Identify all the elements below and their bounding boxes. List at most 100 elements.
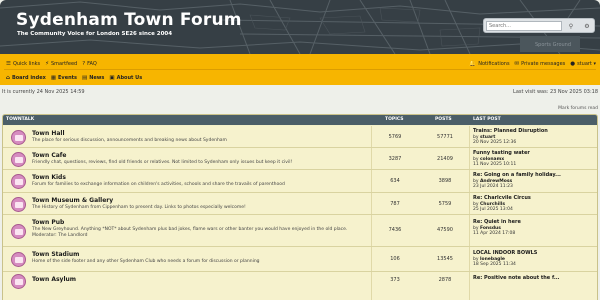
forum-description: The New Greyhound. Anything *NOT* about … xyxy=(32,227,362,238)
bell-icon: 🔔 xyxy=(469,60,477,67)
forum-topics-count: 106 xyxy=(390,256,400,262)
table-row[interactable]: Town Cafe Friendly chat, questions, revi… xyxy=(3,148,597,170)
last-post: LOCAL INDOOR BOWLS by lonebagle 18 Sep 2… xyxy=(473,250,597,268)
forum-description: The place for serious discussion, announ… xyxy=(32,138,227,143)
forum-topics-count: 634 xyxy=(390,178,400,184)
last-post-username[interactable]: Churchills xyxy=(480,202,505,207)
smartfeed-link[interactable]: ⚡ Smartfeed xyxy=(45,61,77,67)
forum-unread-icon xyxy=(11,174,26,189)
last-post: Funny tasting water by colonamx 11 Nov 2… xyxy=(473,150,597,168)
forum-title[interactable]: Town Museum & Gallery xyxy=(32,197,113,204)
last-post-username[interactable]: stuart xyxy=(480,135,495,140)
column-divider xyxy=(371,148,372,169)
last-post-date: 18 Sep 2025 11:34 xyxy=(473,262,516,268)
forum-title[interactable]: Town Stadium xyxy=(32,251,79,258)
events-label: Events xyxy=(58,74,78,81)
column-divider xyxy=(371,272,372,300)
private-messages-link[interactable]: ✉ Private messages xyxy=(515,61,566,67)
last-post-username[interactable]: AndrewMoss xyxy=(480,179,512,184)
mark-forums-read-link[interactable]: Mark forums read xyxy=(558,106,598,111)
last-post-username[interactable]: colonamx xyxy=(480,157,504,162)
forum-posts-count: 5759 xyxy=(438,201,452,207)
column-divider xyxy=(469,170,470,192)
forum-list: TOWNTALK TOPICS POSTS LAST POST Town Hal… xyxy=(2,114,598,300)
forum-title[interactable]: Town Hall xyxy=(32,130,65,137)
date-bar: It is currently 24 Nov 2025 14:59 Last v… xyxy=(0,89,600,97)
last-post: Re: Positive note about the f... xyxy=(473,275,597,282)
forum-title[interactable]: Town Asylum xyxy=(32,276,76,283)
site-header: Sports Ground Sydenham Town Forum The Co… xyxy=(0,0,600,54)
forum-posts-count: 3898 xyxy=(438,178,452,184)
navbar: ☰ Quick links ⚡ Smartfeed ? FAQ 🔔 Notifi… xyxy=(0,54,600,85)
forum-title[interactable]: Town Cafe xyxy=(32,152,66,159)
column-divider xyxy=(469,272,470,300)
header-posts: POSTS xyxy=(435,117,452,122)
forum-description: The History of Sydenham from Cippenham t… xyxy=(32,205,246,210)
menu-icon: ☰ xyxy=(6,60,11,67)
events-link[interactable]: ▦ Events xyxy=(51,75,77,81)
table-row[interactable]: Town Asylum 373 2878 Re: Positive note a… xyxy=(3,272,597,300)
forum-topics-count: 7436 xyxy=(388,227,402,233)
last-post-date: 23 Jul 2024 11:23 xyxy=(473,184,513,190)
forum-unread-icon xyxy=(11,223,26,239)
column-divider xyxy=(469,247,470,271)
forum-title[interactable]: Town Kids xyxy=(32,174,66,181)
notifications-label: Notifications xyxy=(478,60,510,67)
column-divider xyxy=(469,193,470,214)
nav-divider xyxy=(4,69,596,70)
private-messages-label: Private messages xyxy=(521,60,566,67)
forum-topics-count: 787 xyxy=(390,201,400,207)
site-title[interactable]: Sydenham Town Forum xyxy=(16,10,242,30)
last-post-username[interactable]: Fonsdus xyxy=(480,226,501,231)
column-divider xyxy=(371,126,372,147)
last-post: Re: Charlcvile Circus by Churchills 25 J… xyxy=(473,195,597,213)
forum-posts-count: 21409 xyxy=(437,156,453,162)
gear-icon[interactable]: ⚙ xyxy=(580,21,594,31)
header-forum[interactable]: TOWNTALK xyxy=(6,117,34,122)
forum-moderator[interactable]: Moderator: The Landlord xyxy=(32,233,362,239)
notifications-link[interactable]: 🔔 Notifications xyxy=(469,61,509,67)
forum-topics-count: 5769 xyxy=(388,134,402,140)
user-menu[interactable]: ● stuart ▾ xyxy=(570,61,596,67)
table-row[interactable]: Town Pub The New Greyhound. Anything *NO… xyxy=(3,215,597,247)
board-index-link[interactable]: ⌂ Board index xyxy=(6,75,46,81)
forum-unread-icon xyxy=(11,274,26,289)
table-row[interactable]: Town Museum & Gallery The History of Syd… xyxy=(3,193,597,215)
search-icon[interactable]: ⚲ xyxy=(564,21,578,31)
forum-description: Home of the side footer and any other Sy… xyxy=(32,259,260,264)
board-index-label: Board index xyxy=(11,74,46,81)
column-divider xyxy=(469,215,470,246)
quick-links-menu[interactable]: ☰ Quick links xyxy=(6,61,40,67)
forum-unread-icon xyxy=(11,196,26,212)
home-icon: ⌂ xyxy=(6,74,10,81)
forum-posts-count: 47590 xyxy=(437,227,453,233)
forum-unread-icon xyxy=(11,151,26,167)
table-row[interactable]: Town Stadium Home of the side footer and… xyxy=(3,247,597,272)
last-post-date: 11 Nov 2025 10:11 xyxy=(473,162,517,168)
search-input[interactable] xyxy=(486,21,562,31)
forum-list-header: TOWNTALK TOPICS POSTS LAST POST xyxy=(3,115,597,125)
last-post-username[interactable]: lonebagle xyxy=(480,257,505,262)
map-label: Sports Ground xyxy=(535,42,571,48)
search-box: ⚲ ⚙ xyxy=(483,18,595,33)
site-tagline: The Community Voice for London SE26 sinc… xyxy=(17,31,173,37)
news-label: News xyxy=(89,74,105,81)
faq-link[interactable]: ? FAQ xyxy=(82,61,97,67)
table-row[interactable]: Town Hall The place for serious discussi… xyxy=(3,126,597,148)
forum-topics-count: 373 xyxy=(390,277,400,283)
last-post-title[interactable]: Re: Positive note about the f... xyxy=(473,275,597,282)
column-divider xyxy=(371,247,372,271)
username-label: stuart ▾ xyxy=(577,60,596,67)
column-divider xyxy=(371,193,372,214)
question-icon: ? xyxy=(82,60,86,67)
rss-icon: ⚡ xyxy=(45,60,49,67)
table-row[interactable]: Town Kids Forum for families to exchange… xyxy=(3,170,597,193)
forum-title[interactable]: Town Pub xyxy=(32,219,64,226)
news-link[interactable]: ▤ News xyxy=(82,75,104,81)
last-post-date: 20 Nov 2025 12:36 xyxy=(473,140,517,146)
forum-description-text: The New Greyhound. Anything *NOT* about … xyxy=(32,227,348,232)
last-post: Re: Quiet in here by Fonsdus 11 Apr 2024… xyxy=(473,219,597,237)
about-us-link[interactable]: ▣ About Us xyxy=(109,75,142,81)
column-divider xyxy=(469,148,470,169)
column-divider xyxy=(371,170,372,192)
